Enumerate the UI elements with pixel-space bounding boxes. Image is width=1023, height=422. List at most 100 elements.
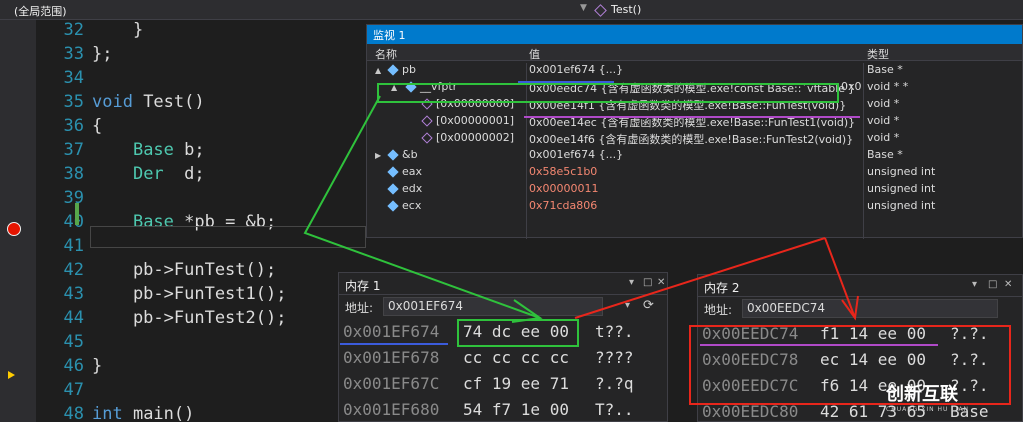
code-line[interactable]: 35 void Test() — [36, 92, 366, 116]
editor-gutter[interactable] — [0, 20, 36, 422]
code-line[interactable]: 38 Der d; — [36, 164, 366, 188]
memory-window-1: 内存 1 ▾ □ ✕ 地址: 0x001EF674 ▾ ⟳ 0x001EF674… — [338, 272, 668, 422]
watch-row[interactable]: ▶ &b 0x001ef674 {...} Base * — [367, 146, 1022, 163]
memory-1-address-bar: 地址: 0x001EF674 ▾ ⟳ — [345, 297, 654, 316]
memory-address: 0x001EF674 — [343, 322, 440, 341]
watch-type: Base * — [867, 148, 903, 161]
memory-row[interactable]: 0x00EEDC74 f1 14 ee 00?.?. — [698, 321, 1022, 347]
line-number: 38 — [63, 164, 84, 184]
breakpoint-icon[interactable] — [7, 222, 21, 236]
memory-1-title: 内存 1 ▾ □ ✕ — [339, 273, 667, 295]
watch-title[interactable]: 监视 1 — [367, 25, 1022, 44]
maximize-icon[interactable]: □ — [988, 279, 997, 290]
watch-name: [0x00000000] — [421, 97, 514, 110]
code-line[interactable]: 45 — [36, 332, 366, 356]
code-line[interactable]: 34 — [36, 68, 366, 92]
watch-row[interactable]: eax 0x58e5c1b0 unsigned int — [367, 163, 1022, 180]
code-line[interactable]: 37 Base b; — [36, 140, 366, 164]
memory-address: 0x001EF680 — [343, 400, 440, 419]
watch-row[interactable]: [0x00000000] 0x00ee14f1 {含有虚函数类的模型.exe!Ba… — [367, 95, 1022, 112]
code-line[interactable]: 47 — [36, 380, 366, 404]
memory-address: 0x001EF678 — [343, 348, 440, 367]
memory-address: 0x00EEDC74 — [702, 324, 799, 343]
watch-row[interactable]: ▲ pb 0x001ef674 {...} Base * — [367, 61, 1022, 78]
col-name[interactable]: 名称 — [375, 46, 397, 62]
memory-bytes: cc cc cc cc — [463, 348, 569, 367]
watch-row[interactable]: ▲ __vfptr 0x00eedc74 {含有虚函数类的模型.exe!const … — [367, 78, 1022, 95]
variable-icon — [387, 183, 399, 195]
watch-type: void * * — [867, 80, 909, 93]
watch-value: 0x00ee14f6 {含有虚函数类的模型.exe!Base::FunTest2… — [529, 133, 854, 146]
memory-row[interactable]: 0x001EF678 cc cc cc cc???? — [339, 345, 667, 371]
code-line[interactable]: 43 pb->FunTest1(); — [36, 284, 366, 308]
memory-row[interactable]: 0x001EF67C cf 19 ee 71 ?.?q — [339, 371, 667, 397]
code-text: }; — [92, 44, 113, 64]
function-dropdown[interactable]: Test() — [594, 3, 641, 17]
memory-2-address-input[interactable]: 0x00EEDC74 — [742, 299, 998, 318]
variable-icon — [387, 64, 399, 76]
watch-row[interactable]: [0x00000002] 0x00ee14f6 {含有虚函数类的模型.exe!Ba… — [367, 129, 1022, 146]
watch-name: eax — [387, 165, 422, 178]
col-value[interactable]: 值 — [529, 46, 540, 62]
code-line[interactable]: 32 } — [36, 20, 366, 44]
dropdown-icon[interactable]: ▾ — [625, 300, 630, 311]
code-line[interactable]: 42 pb->FunTest(); — [36, 260, 366, 284]
memory-row[interactable]: 0x001EF674 74 dc ee 00 t??. — [339, 319, 667, 345]
memory-ascii: ?.?. — [950, 324, 989, 343]
expand-icon[interactable]: ▶ — [375, 151, 381, 160]
code-line[interactable]: 46} — [36, 356, 366, 380]
col-type[interactable]: 类型 — [867, 46, 889, 62]
memory-2-address-bar: 地址: 0x00EEDC74 — [698, 297, 1022, 321]
watch-type: unsigned int — [867, 199, 936, 212]
watch-window: 监视 1 名称 值 类型 ▲ pb 0x001ef674 {...} Base * ▲ _… — [366, 24, 1023, 239]
collapse-icon[interactable]: ▲ — [375, 66, 381, 75]
code-text: } — [92, 356, 103, 376]
watch-name: &b — [387, 148, 418, 161]
code-line[interactable]: 33}; — [36, 44, 366, 68]
watch-row[interactable]: edx 0x00000011 unsigned int — [367, 180, 1022, 197]
code-editor[interactable]: 32 } 33}; 34 35 void Test() 36{37 Base b; 38 D… — [36, 20, 366, 422]
memory-row[interactable]: 0x00EEDC80 42 61 73 65 Base — [698, 399, 1022, 422]
memory-row[interactable]: 0x00EEDC7C f6 14 ee 00?.?. — [698, 373, 1022, 399]
code-line[interactable]: 39 — [36, 188, 366, 212]
watch-row[interactable]: [0x00000001] 0x00ee14ec {含有虚函数类的模型.exe!Ba… — [367, 112, 1022, 129]
memory-address: 0x00EEDC78 — [702, 350, 799, 369]
next-statement-arrow-icon[interactable] — [8, 371, 15, 379]
watch-value: 0x71cda806 — [529, 199, 598, 212]
watch-value: 0x00ee14f1 {含有虚函数类的模型.exe!Base::FunTest(… — [529, 99, 847, 112]
watch-name: pb — [387, 63, 416, 76]
memory-2-title: 内存 2 ▾ □ ✕ — [698, 275, 1022, 297]
variable-icon — [387, 200, 399, 212]
memory-bytes: 74 dc ee 00 — [463, 322, 569, 341]
close-icon[interactable]: ✕ — [657, 277, 665, 288]
line-number: 46 — [63, 356, 84, 376]
code-line[interactable]: 44 pb->FunTest2(); — [36, 308, 366, 332]
line-number: 34 — [63, 68, 84, 88]
line-number: 45 — [63, 332, 84, 352]
dropdown-icon[interactable]: ▾ — [629, 277, 634, 288]
scope-dropdown[interactable]: (全局范围) — [14, 3, 67, 19]
memory-address: 0x001EF67C — [343, 374, 440, 393]
code-text: { — [92, 116, 103, 136]
code-text: Der d; — [132, 164, 205, 184]
current-line-highlight — [90, 226, 366, 248]
collapse-icon[interactable]: ▲ — [391, 83, 397, 92]
memory-1-address-input[interactable]: 0x001EF674 — [383, 297, 603, 316]
close-icon[interactable]: ✕ — [1004, 279, 1012, 290]
refresh-icon[interactable]: ⟳ — [643, 298, 654, 313]
variable-icon — [387, 149, 399, 161]
variable-icon — [405, 81, 417, 93]
maximize-icon[interactable]: □ — [643, 277, 652, 288]
memory-ascii: t??. — [595, 322, 634, 341]
code-line[interactable]: 48 int main() — [36, 404, 366, 422]
memory-row[interactable]: 0x00EEDC78 ec 14 ee 00?.?. — [698, 347, 1022, 373]
watch-row[interactable]: ecx 0x71cda806 unsigned int — [367, 197, 1022, 214]
memory-row[interactable]: 0x001EF680 54 f7 1e 00 T?.. — [339, 397, 667, 422]
line-number: 42 — [63, 260, 84, 280]
line-number: 32 — [63, 20, 84, 40]
chevron-down-icon[interactable]: ▼ — [580, 3, 587, 13]
code-text: pb->FunTest2(); — [92, 308, 287, 328]
dropdown-icon[interactable]: ▾ — [972, 279, 977, 290]
code-text: void Test() — [92, 92, 205, 112]
code-line[interactable]: 36 { — [36, 116, 366, 140]
